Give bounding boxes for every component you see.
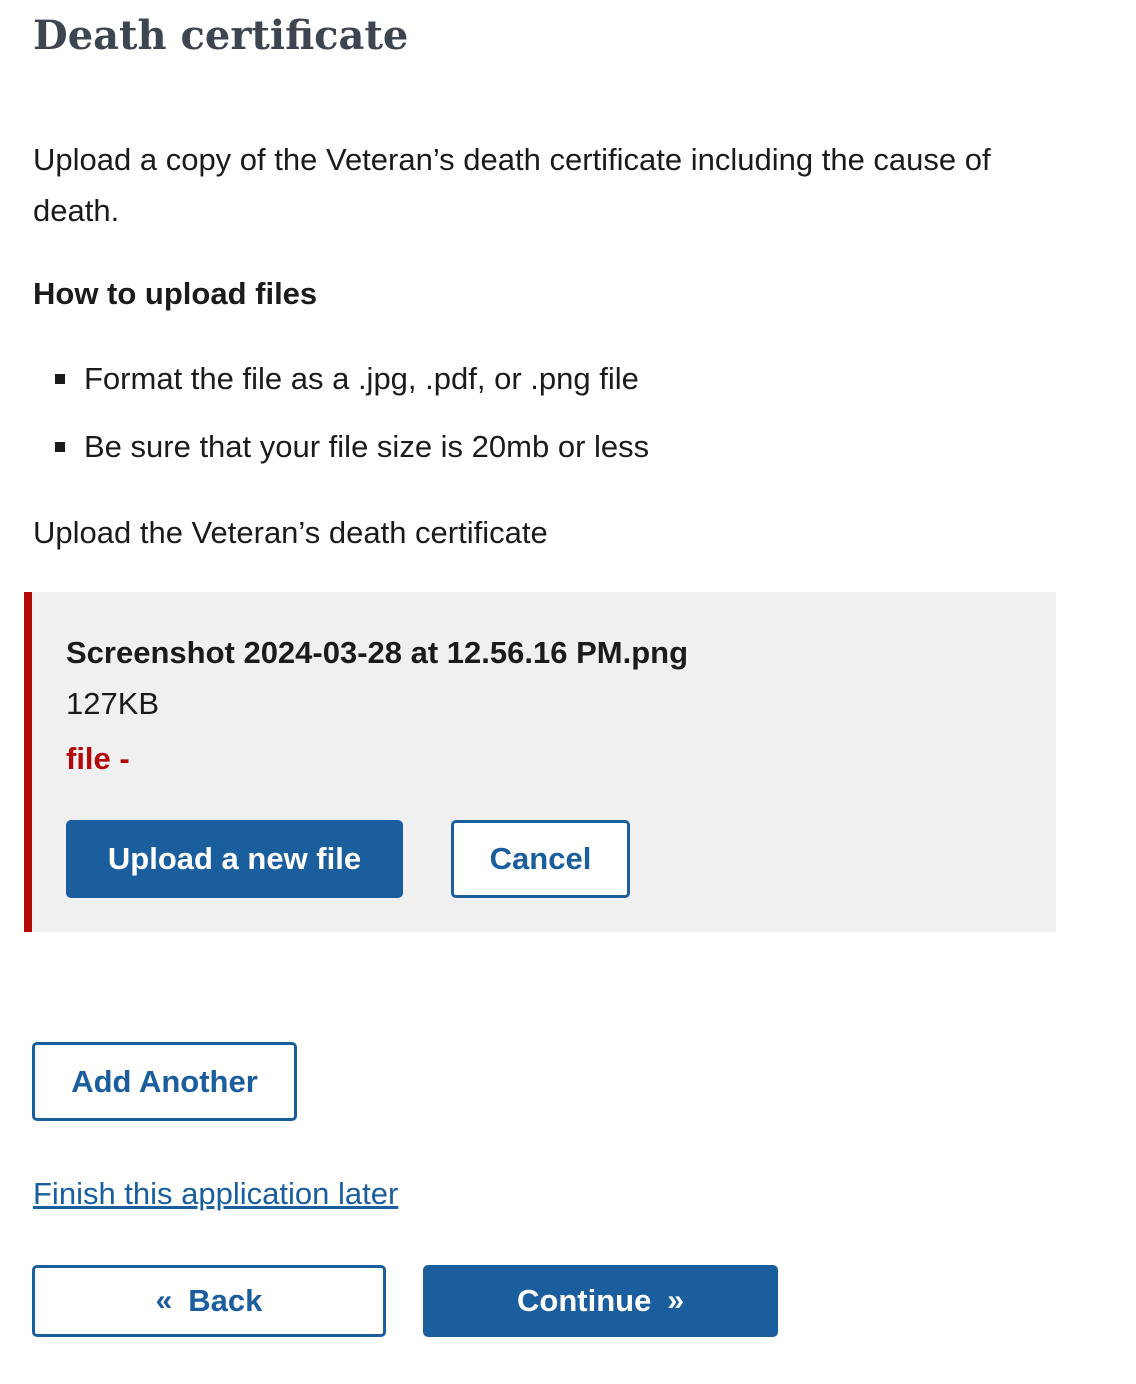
intro-text: Upload a copy of the Veteran’s death cer… bbox=[33, 142, 991, 228]
square-bullet-icon bbox=[55, 374, 65, 384]
file-name: Screenshot 2024-03-28 at 12.56.16 PM.png bbox=[66, 635, 689, 670]
upload-instructions-list: Format the file as a .jpg, .pdf, or .png… bbox=[33, 356, 649, 492]
list-item: Format the file as a .jpg, .pdf, or .png… bbox=[33, 356, 649, 424]
file-error-message: file - bbox=[66, 741, 130, 776]
page-title: Death certificate bbox=[33, 12, 409, 59]
square-bullet-icon bbox=[55, 442, 65, 452]
how-to-upload-heading: How to upload files bbox=[33, 276, 318, 311]
back-button-label: Back bbox=[188, 1283, 263, 1318]
double-chevron-left-icon: « bbox=[155, 1284, 173, 1317]
cancel-button[interactable]: Cancel bbox=[451, 820, 630, 898]
continue-button-label: Continue bbox=[517, 1283, 652, 1318]
add-another-button[interactable]: Add Another bbox=[32, 1042, 297, 1121]
continue-button[interactable]: Continue » bbox=[423, 1265, 778, 1337]
list-item: Be sure that your file size is 20mb or l… bbox=[33, 424, 649, 492]
double-chevron-right-icon: » bbox=[667, 1284, 684, 1317]
upload-new-file-button[interactable]: Upload a new file bbox=[66, 820, 403, 898]
instruction-text: Format the file as a .jpg, .pdf, or .png… bbox=[84, 361, 639, 396]
upload-field-label: Upload the Veteran’s death certificate bbox=[33, 515, 548, 550]
file-size: 127KB bbox=[66, 686, 160, 721]
instruction-text: Be sure that your file size is 20mb or l… bbox=[84, 429, 650, 464]
back-button[interactable]: « Back bbox=[32, 1265, 386, 1337]
finish-later-link[interactable]: Finish this application later bbox=[33, 1172, 398, 1216]
uploaded-file-card: Screenshot 2024-03-28 at 12.56.16 PM.png… bbox=[24, 592, 1056, 932]
